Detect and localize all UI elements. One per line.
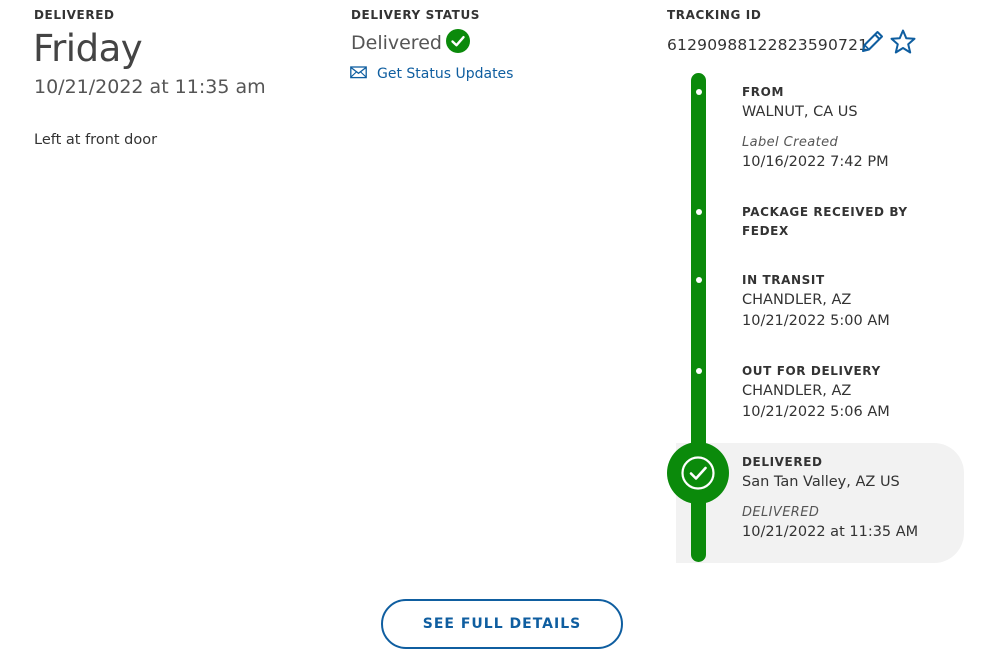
delivered-check-badge (667, 442, 729, 504)
timeline-dot-from (696, 89, 702, 95)
get-status-updates-link[interactable]: Get Status Updates (350, 64, 513, 83)
get-status-updates-label: Get Status Updates (377, 65, 514, 82)
timeline-dot-transit (696, 277, 702, 283)
delivery-status: Delivered (351, 29, 470, 57)
event-delivered-status: DELIVERED (742, 505, 820, 520)
event-out-time: 10/21/2022 5:06 AM (742, 404, 890, 420)
delivery-datetime: 10/21/2022 at 11:35 am (34, 76, 266, 98)
check-circle-icon (445, 29, 470, 57)
delivery-day: Friday (33, 27, 143, 70)
event-received-title-line2: FEDEX (742, 224, 789, 238)
event-received-title-line1: PACKAGE RECEIVED BY (742, 205, 908, 219)
event-transit-time: 10/21/2022 5:00 AM (742, 313, 890, 329)
delivery-status-value: Delivered (351, 32, 442, 54)
edit-pencil-icon[interactable] (858, 28, 886, 60)
event-from-time: 10/16/2022 7:42 PM (742, 154, 889, 170)
check-circle-icon (681, 456, 715, 490)
see-full-details-label: SEE FULL DETAILS (422, 616, 582, 632)
event-out-title: OUT FOR DELIVERY (742, 364, 881, 378)
star-icon[interactable] (889, 28, 917, 60)
timeline-dot-received (696, 209, 702, 215)
delivered-label: DELIVERED (34, 8, 115, 22)
event-delivered-title: DELIVERED (742, 455, 823, 469)
event-delivered-time: 10/21/2022 at 11:35 AM (742, 524, 919, 540)
delivery-status-label: DELIVERY STATUS (351, 8, 481, 22)
event-from-title: FROM (742, 85, 784, 99)
event-from-location: WALNUT, CA US (742, 104, 858, 120)
timeline-dot-out-for-delivery (696, 368, 702, 374)
tracking-id-label: TRACKING ID (667, 8, 762, 22)
event-transit-location: CHANDLER, AZ (742, 292, 852, 308)
event-transit-title: IN TRANSIT (742, 273, 825, 287)
delivery-note: Left at front door (34, 132, 158, 148)
envelope-icon (350, 64, 367, 83)
event-from-status: Label Created (742, 135, 839, 150)
tracking-id-value: 61290988122823590721 (667, 36, 869, 54)
see-full-details-button[interactable]: SEE FULL DETAILS (381, 599, 623, 649)
event-out-location: CHANDLER, AZ (742, 383, 852, 399)
event-delivered-location: San Tan Valley, AZ US (742, 474, 900, 490)
